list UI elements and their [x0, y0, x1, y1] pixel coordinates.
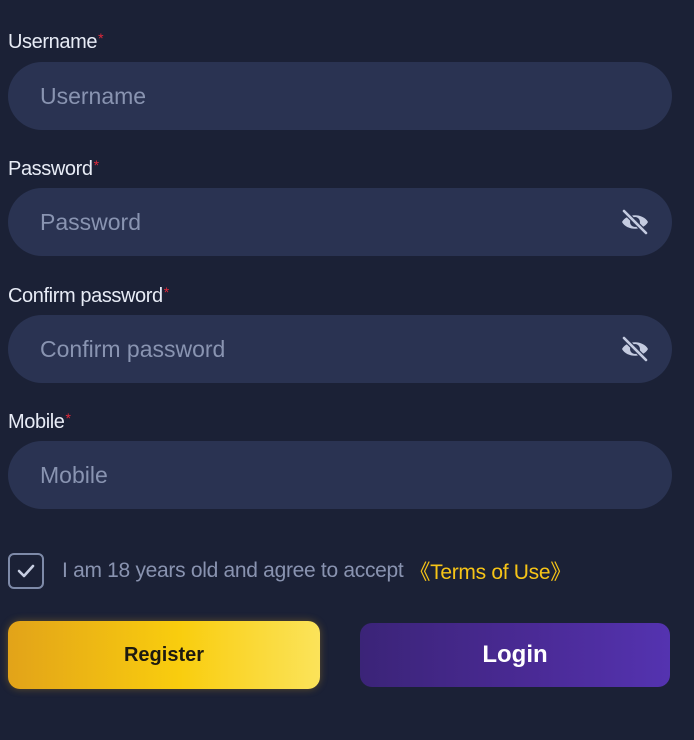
confirm-password-field[interactable] — [8, 315, 672, 383]
password-label: Password* — [8, 157, 99, 181]
required-mark: * — [98, 30, 104, 46]
terms-of-use-link[interactable]: 《Terms of Use》 — [409, 556, 571, 586]
register-button-label: Register — [123, 643, 205, 666]
password-input[interactable] — [40, 188, 600, 256]
agree-checkbox[interactable] — [8, 553, 44, 589]
checkmark-icon — [17, 564, 35, 578]
required-mark: * — [93, 157, 99, 173]
password-label-text: Password — [8, 158, 93, 180]
required-mark: * — [163, 284, 169, 300]
login-button-label: Login — [482, 641, 548, 668]
mobile-input[interactable] — [40, 441, 600, 509]
username-label-text: Username — [8, 31, 98, 53]
login-button[interactable]: Login — [360, 623, 670, 687]
agreement-row: I am 18 years old and agree to accept 《T… — [8, 551, 571, 591]
mobile-label-text: Mobile — [8, 411, 65, 433]
agreement-text: I am 18 years old and agree to accept — [62, 559, 404, 582]
username-input[interactable] — [40, 62, 600, 130]
register-button[interactable]: Register — [8, 621, 320, 689]
confirm-password-input[interactable] — [40, 315, 600, 383]
mobile-field[interactable] — [8, 441, 672, 509]
eye-slash-icon[interactable] — [620, 335, 650, 363]
registration-form: Username* Password* Confirm password* — [0, 0, 694, 740]
username-field[interactable] — [8, 62, 672, 130]
mobile-label: Mobile* — [8, 410, 71, 434]
confirm-password-label-text: Confirm password — [8, 285, 163, 307]
required-mark: * — [65, 410, 71, 426]
password-field[interactable] — [8, 188, 672, 256]
username-label: Username* — [8, 30, 104, 54]
confirm-password-label: Confirm password* — [8, 284, 169, 308]
eye-slash-icon[interactable] — [620, 208, 650, 236]
